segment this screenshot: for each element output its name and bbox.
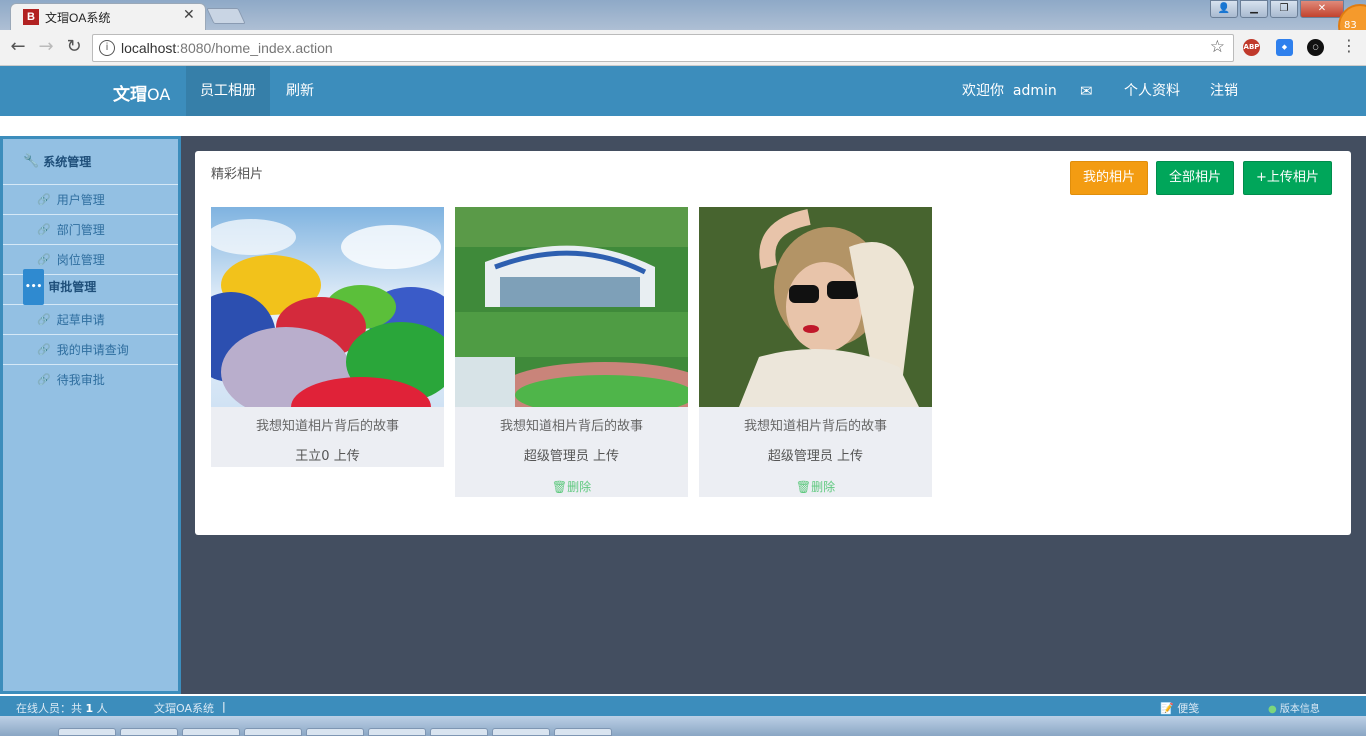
photo-stadium[interactable] <box>455 207 688 407</box>
sidebar-item-my-requests[interactable]: 🔗 我的申请查询 <box>3 335 178 365</box>
profile-link[interactable]: 个人资料 <box>1124 66 1180 116</box>
nav-item-refresh[interactable]: 刷新 <box>272 66 328 116</box>
tab-favicon-icon: B <box>23 9 39 25</box>
user-icon[interactable]: 👤 <box>1210 0 1238 18</box>
version-info-link[interactable]: ● 版本信息 <box>1268 700 1320 715</box>
sidebar: 🔧 系统管理 🔗 用户管理 🔗 部门管理 🔗 岗位管理 ••• 审批管理 🔗 起草申请 … <box>0 136 181 694</box>
minimize-button[interactable]: ▁ <box>1240 0 1268 18</box>
trash-icon: 🗑 <box>551 480 568 494</box>
address-bar[interactable]: i localhost:8080/home_index.action ☆ <box>92 34 1234 62</box>
photo-caption: 我想知道相片背后的故事 <box>743 419 887 434</box>
upload-photo-button[interactable]: +上传相片 <box>1243 161 1332 195</box>
taskbar-button[interactable] <box>120 728 178 736</box>
photo-card: 我想知道相片背后的故事 王立0 上传 <box>211 207 444 467</box>
link-icon: 🔗 <box>37 373 51 386</box>
photo-caption: 我想知道相片背后的故事 <box>255 419 399 434</box>
info-icon[interactable]: i <box>99 40 115 56</box>
taskbar-button[interactable] <box>182 728 240 736</box>
reload-icon[interactable]: ↻ <box>63 36 85 57</box>
sidebar-item-draft-request[interactable]: 🔗 起草申请 <box>3 305 178 335</box>
sidebar-group-approval[interactable]: ••• 审批管理 <box>3 268 178 305</box>
divider: | <box>222 700 226 713</box>
tab-title: 文瑁OA系统 <box>45 11 111 25</box>
my-photos-button[interactable]: 我的相片 <box>1070 161 1149 195</box>
info-circle-icon: ● <box>1268 704 1277 715</box>
maximize-button[interactable]: ❐ <box>1270 0 1298 18</box>
browser-tab[interactable]: B 文瑁OA系统 ✕ <box>10 3 206 30</box>
app-navbar: 文瑁OA 员工相册 刷新 欢迎你 admin ✉ 个人资料 注销 <box>0 66 1366 116</box>
taskbar-button[interactable] <box>430 728 488 736</box>
notes-link[interactable]: 📝 便笺 <box>1160 700 1199 716</box>
photo-uploader: 超级管理员 上传 <box>523 449 620 464</box>
brand-logo[interactable]: 文瑁OA <box>113 80 170 105</box>
online-users: 在线人员：共 1 人 <box>16 702 108 715</box>
new-tab-button[interactable] <box>206 8 246 24</box>
sidebar-item-pending-approval[interactable]: 🔗 待我审批 <box>3 365 178 395</box>
forward-arrow-icon[interactable]: → <box>35 36 57 57</box>
photo-card: 我想知道相片背后的故事 超级管理员 上传 🗑删除 <box>699 207 932 497</box>
taskbar-button[interactable] <box>58 728 116 736</box>
photo-uploader: 王立0 上传 <box>295 449 360 464</box>
browser-tab-strip: B 文瑁OA系统 ✕ 👤 ▁ ❐ ✕ 83 <box>0 0 1366 48</box>
main-content: 精彩相片 我的相片 全部相片 +上传相片 我想知道相片背后的故事 王立0 上传 … <box>181 136 1366 694</box>
envelope-icon[interactable]: ✉ <box>1080 66 1093 116</box>
browser-toolbar: ← → ↻ i localhost:8080/home_index.action… <box>0 30 1366 66</box>
taskbar-button[interactable] <box>554 728 612 736</box>
adblock-icon[interactable]: ABP <box>1243 39 1260 56</box>
delete-photo-link[interactable]: 🗑删除 <box>455 467 688 497</box>
sidebar-item-departments[interactable]: 🔗 部门管理 <box>3 215 178 245</box>
link-icon: 🔗 <box>37 222 51 236</box>
link-icon: 🔗 <box>37 192 51 206</box>
trash-icon: 🗑 <box>795 480 812 494</box>
photo-woman[interactable] <box>699 207 932 407</box>
bookmark-star-icon[interactable]: ☆ <box>1210 37 1225 57</box>
wrench-icon: 🔧 <box>23 153 40 169</box>
header-spacer <box>0 116 1366 136</box>
delete-photo-link[interactable]: 🗑删除 <box>699 467 932 497</box>
photo-uploader: 超级管理员 上传 <box>767 449 864 464</box>
sidebar-item-users[interactable]: 🔗 用户管理 <box>3 185 178 215</box>
menu-kebab-icon[interactable]: ⋮ <box>1338 36 1360 55</box>
nav-item-photo-album[interactable]: 员工相册 <box>186 66 270 116</box>
panel-title: 精彩相片 <box>211 167 264 182</box>
os-taskbar <box>0 716 1366 736</box>
system-name: 文瑁OA系统 <box>154 702 214 715</box>
note-icon: 📝 <box>1160 702 1174 715</box>
all-photos-button[interactable]: 全部相片 <box>1156 161 1235 195</box>
chat-icon: ••• <box>23 268 45 305</box>
back-arrow-icon[interactable]: ← <box>7 36 29 57</box>
extension-ring-icon[interactable]: ○ <box>1307 39 1324 56</box>
photo-panel: 精彩相片 我的相片 全部相片 +上传相片 我想知道相片背后的故事 王立0 上传 … <box>195 151 1351 535</box>
photo-umbrellas[interactable] <box>211 207 444 407</box>
sidebar-group-system[interactable]: 🔧 系统管理 <box>3 139 178 185</box>
status-bar: 在线人员：共 1 人 文瑁OA系统 | 📝 便笺 ● 版本信息 <box>0 694 1366 716</box>
link-icon: 🔗 <box>37 342 51 356</box>
welcome-text: 欢迎你 admin <box>962 83 1057 99</box>
taskbar-button[interactable] <box>306 728 364 736</box>
taskbar-button[interactable] <box>244 728 302 736</box>
window-controls: 👤 ▁ ❐ ✕ <box>1210 0 1344 18</box>
extension-blue-icon[interactable]: ◆ <box>1276 39 1293 56</box>
taskbar-button[interactable] <box>492 728 550 736</box>
photo-card: 我想知道相片背后的故事 超级管理员 上传 🗑删除 <box>455 207 688 497</box>
link-icon: 🔗 <box>37 312 51 326</box>
photo-caption: 我想知道相片背后的故事 <box>499 419 643 434</box>
tab-close-icon[interactable]: ✕ <box>183 7 195 23</box>
logout-link[interactable]: 注销 <box>1210 66 1238 116</box>
taskbar-button[interactable] <box>368 728 426 736</box>
close-window-button[interactable]: ✕ <box>1300 0 1344 18</box>
url-text: localhost:8080/home_index.action <box>121 40 333 56</box>
